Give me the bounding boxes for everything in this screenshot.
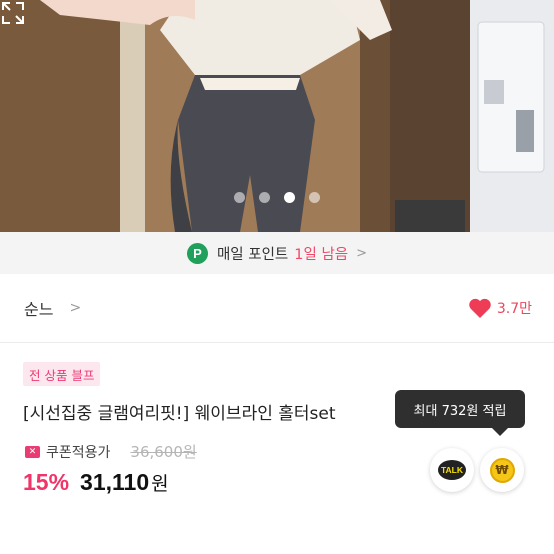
coupon-label: 쿠폰적용가: [46, 444, 111, 461]
reward-tooltip: 최대 732원 적립: [395, 390, 525, 436]
gallery-pagination: [0, 192, 554, 203]
divider: [0, 342, 554, 343]
like-count: 3.7만: [496, 301, 532, 317]
points-remaining-text: 1일 남음: [294, 246, 349, 263]
chevron-right-icon[interactable]: >: [69, 300, 81, 316]
talk-icon: TALK: [438, 460, 466, 480]
shop-row: 순느 > 3.7만: [0, 286, 554, 330]
original-price: 36,600원: [130, 443, 197, 461]
like-button[interactable]: 3.7만: [468, 298, 532, 319]
reward-coin-button[interactable]: ₩: [480, 448, 524, 492]
shop-name-link[interactable]: 순느: [24, 296, 53, 320]
price-row: 15% 31,110 원: [23, 469, 169, 496]
product-image-gallery[interactable]: [0, 0, 554, 232]
discount-rate: 15%: [23, 469, 70, 495]
points-icon: P: [186, 242, 208, 264]
points-banner-text: 매일 포인트: [216, 246, 289, 263]
coin-icon: ₩: [489, 457, 515, 483]
coupon-price-row: ✕ 쿠폰적용가 36,600원: [25, 441, 197, 462]
product-title: [시선집중 글램여리핏!] 웨이브라인 홀터set: [23, 404, 336, 424]
promo-tag: 전 상품 블프: [23, 362, 101, 386]
gallery-dot[interactable]: [234, 192, 245, 203]
daily-points-banner[interactable]: P 매일 포인트 1일 남음 >: [0, 232, 554, 274]
sale-price: 31,110: [80, 469, 150, 495]
currency-unit: 원: [151, 473, 169, 495]
kakao-talk-button[interactable]: TALK: [430, 448, 474, 492]
heart-icon: [469, 298, 491, 318]
gallery-dot[interactable]: [259, 192, 270, 203]
coupon-icon: ✕: [25, 445, 40, 458]
chevron-right-icon: >: [356, 245, 368, 261]
gallery-dot[interactable]: [309, 192, 320, 203]
gallery-dot-active[interactable]: [284, 192, 295, 203]
expand-icon[interactable]: [0, 0, 26, 26]
